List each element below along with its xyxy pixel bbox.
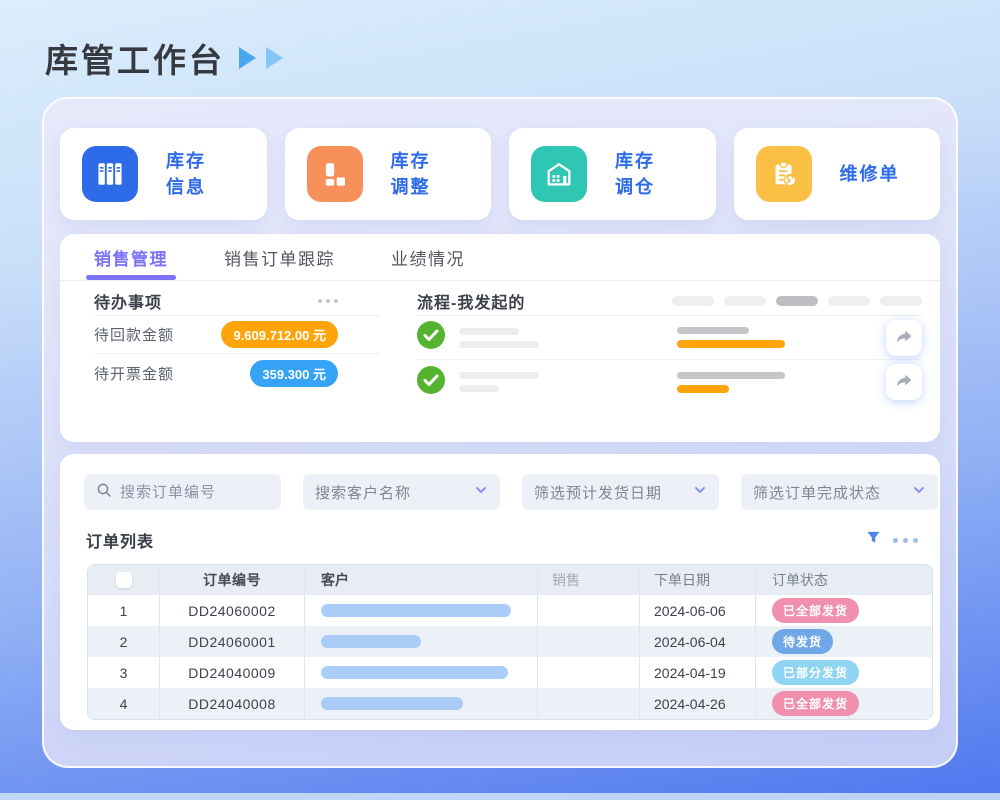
order-no-search[interactable]	[84, 474, 281, 510]
workbench-page: 库管工作台	[0, 0, 1000, 800]
filter-bar: 搜索客户名称 筛选预计发货日期 筛选订单完成状态	[60, 454, 940, 510]
card-label: 库存 信息	[166, 148, 206, 200]
customer-cell	[305, 688, 538, 719]
status-badge: 待发货	[772, 629, 833, 654]
bottom-strip	[0, 793, 1000, 800]
chevron-down-icon	[912, 483, 926, 501]
todo-row: 待回款金额 9.609.712.00 元	[94, 316, 380, 354]
sales-cell	[538, 595, 640, 626]
sales-cell	[538, 626, 640, 657]
table-row[interactable]: 4 DD24040008 2024-04-26 已全部发货	[88, 688, 932, 719]
row-index: 2	[88, 626, 160, 657]
share-button[interactable]	[886, 364, 922, 400]
placeholder-pills	[672, 296, 922, 306]
card-inventory-info[interactable]: 库存 信息	[60, 128, 267, 220]
process-section: 流程-我发起的	[417, 286, 922, 404]
sales-cell	[538, 688, 640, 719]
more-ellipsis-icon[interactable]	[893, 538, 918, 543]
status-badge: 已全部发货	[772, 598, 859, 623]
card-label: 库存 调整	[391, 148, 431, 200]
ship-date-filter-select[interactable]: 筛选预计发货日期	[522, 474, 719, 510]
order-date: 2024-06-04	[640, 626, 756, 657]
order-no-search-input[interactable]	[120, 484, 269, 501]
row-index: 4	[88, 688, 160, 719]
status-badge: 已全部发货	[772, 691, 859, 716]
share-button[interactable]	[886, 320, 922, 356]
process-row	[417, 360, 922, 404]
skeleton-text	[459, 372, 539, 392]
play-arrow-icon	[239, 47, 256, 69]
card-label: 维修单	[840, 161, 900, 187]
process-row	[417, 316, 922, 360]
tab-performance[interactable]: 业绩情况	[391, 234, 465, 280]
select-all-checkbox[interactable]	[116, 572, 132, 588]
order-no: DD24040008	[160, 688, 305, 719]
order-table: 订单编号 客户 销售 下单日期 订单状态 1 DD24060002 2024-0…	[87, 564, 933, 720]
amount-badge: 9.609.712.00 元	[221, 321, 338, 348]
col-customer: 客户	[305, 565, 538, 595]
order-list-header: 订单列表	[60, 510, 940, 564]
order-status-filter-select[interactable]: 筛选订单完成状态	[741, 474, 938, 510]
customer-cell	[305, 626, 538, 657]
customer-filter-select[interactable]: 搜索客户名称	[303, 474, 500, 510]
order-date: 2024-04-26	[640, 688, 756, 719]
col-status: 订单状态	[756, 565, 932, 595]
clipboard-wrench-icon	[756, 146, 812, 202]
card-repair-order[interactable]: 维修单	[734, 128, 941, 220]
todo-title: 待办事项	[94, 289, 162, 313]
blocks-icon	[307, 146, 363, 202]
col-order-no: 订单编号	[160, 565, 305, 595]
table-row[interactable]: 2 DD24060001 2024-06-04 待发货	[88, 626, 932, 657]
chevron-down-icon	[474, 483, 488, 501]
todo-row: 待开票金额 359.300 元	[94, 354, 380, 392]
search-icon	[96, 482, 112, 502]
order-list-title: 订单列表	[86, 528, 154, 552]
more-ellipsis-icon[interactable]	[318, 299, 338, 303]
card-inventory-transfer[interactable]: 库存 调仓	[509, 128, 716, 220]
order-no: DD24060002	[160, 595, 305, 626]
process-title: 流程-我发起的	[417, 289, 525, 313]
todo-section: 待办事项 待回款金额 9.609.712.00 元 待开票金额 359.300 …	[94, 286, 380, 392]
tab-bar: 销售管理 销售订单跟踪 业绩情况	[60, 234, 940, 281]
check-circle-icon	[417, 366, 445, 399]
table-header-row: 订单编号 客户 销售 下单日期 订单状态	[88, 565, 932, 595]
col-order-date: 下单日期	[640, 565, 756, 595]
orders-panel: 搜索客户名称 筛选预计发货日期 筛选订单完成状态	[60, 454, 940, 730]
check-circle-icon	[417, 321, 445, 354]
page-header: 库管工作台	[45, 34, 283, 82]
row-index: 3	[88, 657, 160, 688]
warehouse-icon	[531, 146, 587, 202]
play-arrow-icon	[266, 47, 283, 69]
chevron-down-icon	[693, 483, 707, 501]
order-no: DD24060001	[160, 626, 305, 657]
table-row[interactable]: 3 DD24040009 2024-04-19 已部分发货	[88, 657, 932, 688]
card-inventory-adjust[interactable]: 库存 调整	[285, 128, 492, 220]
order-date: 2024-04-19	[640, 657, 756, 688]
order-date: 2024-06-06	[640, 595, 756, 626]
progress-bars	[677, 327, 785, 348]
todo-label: 待回款金额	[94, 324, 174, 345]
amount-badge: 359.300 元	[250, 360, 338, 387]
table-row[interactable]: 1 DD24060002 2024-06-06 已全部发货	[88, 595, 932, 626]
sales-cell	[538, 657, 640, 688]
quick-actions: 库存 信息 库存 调整	[60, 128, 940, 220]
books-icon	[82, 146, 138, 202]
tab-sales-management[interactable]: 销售管理	[94, 234, 168, 280]
page-title: 库管工作台	[45, 34, 225, 82]
customer-cell	[305, 657, 538, 688]
filter-funnel-icon[interactable]	[866, 530, 881, 550]
card-label: 库存 调仓	[615, 148, 655, 200]
todo-label: 待开票金额	[94, 363, 174, 384]
order-no: DD24040009	[160, 657, 305, 688]
status-badge: 已部分发货	[772, 660, 859, 685]
col-sales: 销售	[538, 565, 640, 595]
tab-sales-order-tracking[interactable]: 销售订单跟踪	[224, 234, 335, 280]
customer-cell	[305, 595, 538, 626]
sales-panel: 销售管理 销售订单跟踪 业绩情况 待办事项 待回款金额 9.609.712.00…	[60, 234, 940, 442]
main-container: 库存 信息 库存 调整	[42, 97, 958, 768]
skeleton-text	[459, 328, 539, 348]
progress-bars	[677, 372, 785, 393]
row-index: 1	[88, 595, 160, 626]
